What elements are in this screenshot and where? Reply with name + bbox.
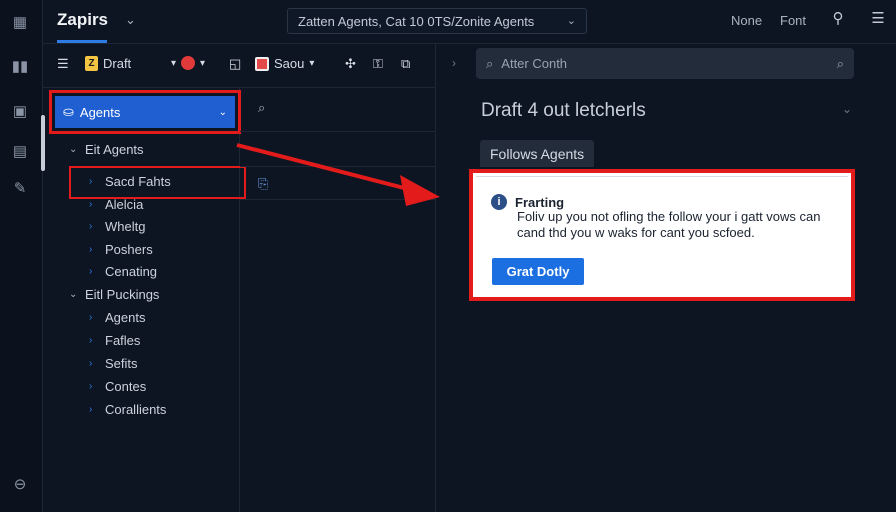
grat-dotly-button[interactable]: Grat Dotly — [492, 258, 584, 285]
columns-icon[interactable]: ▮▮ — [10, 56, 30, 76]
info-card: i Frarting Foliv up you not ofling the f… — [476, 176, 848, 294]
chevron-right-icon: › — [89, 221, 93, 232]
chevron-right-icon: › — [89, 176, 93, 187]
toolbar: ☰ Z Draft ▾ ▾ ◱ Saou ▾ ✣ ⚿ ⧉ — [43, 44, 435, 88]
gift-icon[interactable]: ⚿ — [373, 56, 383, 72]
search-icon: ⌕ — [486, 55, 494, 71]
chevron-down-icon[interactable]: ⌄ — [125, 12, 136, 28]
doc-icon[interactable]: ◱ — [229, 56, 241, 72]
tree-item[interactable]: › Contes — [89, 379, 146, 394]
chevron-down-icon[interactable]: ⌄ — [842, 102, 852, 116]
font-link[interactable]: Font — [780, 13, 806, 28]
tree-item-label: Contes — [105, 379, 147, 394]
search-icon: ⌕ — [836, 55, 844, 71]
tree-item-label: Cenating — [105, 264, 158, 279]
card-title: Frarting — [515, 194, 565, 210]
tree-item[interactable]: › Agents — [89, 310, 145, 325]
chevron-down-icon: ▾ — [309, 58, 315, 69]
book-icon[interactable]: ▤ — [10, 141, 30, 161]
save-label: Saou — [274, 56, 305, 71]
page-title: Draft 4 out letcherls — [481, 100, 646, 121]
chevron-right-icon: › — [89, 244, 93, 255]
tree-item[interactable]: › Fafles — [89, 333, 140, 348]
middle-column: ⌕ ⎘ — [240, 88, 435, 512]
active-tab-underline — [57, 40, 107, 43]
chevron-right-icon: › — [89, 358, 93, 369]
chevron-right-icon: › — [89, 199, 93, 210]
tree-item-label: Poshers — [105, 242, 153, 257]
tree-group-label: Eitl Puckings — [85, 287, 160, 302]
list-item[interactable]: ⌕ — [240, 88, 435, 132]
chevron-right-icon: › — [89, 312, 93, 323]
chevron-down-icon: ▾ — [171, 57, 177, 69]
help-icon[interactable]: ⊖ — [10, 474, 30, 494]
folder-icon: ⛀ — [63, 104, 74, 119]
pen-icon[interactable]: ✎ — [10, 178, 30, 198]
draft-badge-icon: Z — [85, 56, 98, 71]
sidebar-tree: ⛀ Agents ⌄ ⌄ Eit Agents › Sacd Fahts › A… — [43, 88, 246, 512]
calendar-icon[interactable]: ▣ — [10, 101, 30, 121]
tree-item[interactable]: › Sefits — [89, 356, 138, 371]
app-name[interactable]: Zapirs — [57, 10, 108, 30]
list-item[interactable]: ⎘ — [240, 166, 435, 200]
tree-item-label: Corallients — [105, 402, 167, 417]
main-panel: › ⌕ Atter Conth ⌕ Draft 4 out letcherls … — [436, 44, 896, 512]
tree-group-1[interactable]: ⌄ Eit Agents — [69, 142, 144, 157]
hamburger-icon[interactable]: ☰ — [57, 56, 69, 72]
notification-pin-icon — [181, 56, 196, 70]
tree-item-label: Sacd Fahts — [105, 174, 171, 189]
tree-item-label: Alelcia — [105, 197, 144, 212]
tree-item-label: Agents — [105, 310, 146, 325]
sidebar-item-label: Agents — [79, 104, 121, 120]
info-icon: i — [491, 194, 507, 210]
tree-group-2[interactable]: ⌄ Eitl Puckings — [69, 287, 159, 302]
sidebar-item-agents[interactable]: ⛀ Agents ⌄ — [55, 96, 235, 128]
window-icon[interactable]: ⧉ — [401, 56, 410, 72]
grid-icon[interactable]: ▦ — [10, 12, 30, 32]
draft-button[interactable]: Z Draft — [85, 56, 131, 71]
notification-button[interactable]: ▾ ▾ — [171, 56, 205, 70]
chevron-right-icon: › — [89, 404, 93, 415]
icon-rail: ▦ ▮▮ ▣ ▤ ✎ ⊖ — [0, 0, 45, 512]
tree-item[interactable]: › Sacd Fahts — [89, 174, 171, 189]
chevron-right-icon[interactable]: › — [452, 56, 456, 70]
draft-label: Draft — [103, 56, 132, 71]
tab-follows-agents[interactable]: Follows Agents — [480, 140, 595, 167]
card-header: i Frarting — [491, 194, 564, 210]
breadcrumb[interactable]: Zatten Agents, Cat 10 0TS/Zonite Agents … — [287, 8, 587, 34]
chevron-down-icon[interactable]: ⌄ — [567, 14, 576, 27]
none-link[interactable]: None — [731, 13, 762, 28]
expand-icon: ⌄ — [69, 144, 78, 155]
chevron-right-icon: › — [89, 266, 93, 277]
menu-icon[interactable]: ☰ — [867, 9, 889, 31]
search-icon: ⌕ — [258, 100, 266, 115]
tree-item-label: Wheltg — [105, 219, 146, 234]
pin-icon[interactable]: ⚲ — [827, 9, 849, 31]
expand-icon: ⌄ — [69, 289, 78, 300]
puzzle-icon[interactable]: ✣ — [345, 56, 356, 72]
chevron-right-icon: › — [89, 335, 93, 346]
tree-item[interactable]: › Alelcia — [89, 197, 143, 212]
highlight-frame: i Frarting Foliv up you not ofling the f… — [469, 169, 855, 301]
top-bar: Zapirs ⌄ Zatten Agents, Cat 10 0TS/Zonit… — [43, 0, 896, 44]
chevron-down-icon: ▾ — [200, 57, 206, 69]
save-button[interactable]: Saou ▾ — [255, 56, 314, 71]
save-icon — [255, 56, 269, 71]
search-input[interactable]: ⌕ Atter Conth ⌕ — [476, 48, 854, 79]
tree-item[interactable]: › Cenating — [89, 264, 157, 279]
sidebar-item-agents-highlight: ⛀ Agents ⌄ — [49, 90, 241, 134]
tree-item-label: Fafles — [105, 333, 141, 348]
tree-item[interactable]: › Corallients — [89, 402, 166, 417]
tree-group-label: Eit Agents — [85, 142, 144, 157]
chevron-down-icon: ⌄ — [218, 106, 227, 118]
card-body: Foliv up you not ofling the follow your … — [517, 209, 821, 240]
tree-item-label: Sefits — [105, 356, 138, 371]
chevron-right-icon: › — [89, 381, 93, 392]
search-placeholder: Atter Conth — [501, 56, 568, 71]
tree-item[interactable]: › Poshers — [89, 242, 153, 257]
breadcrumb-text: Zatten Agents, Cat 10 0TS/Zonite Agents — [298, 14, 535, 29]
document-icon: ⎘ — [258, 176, 269, 191]
tree-item[interactable]: › Wheltg — [89, 219, 145, 234]
